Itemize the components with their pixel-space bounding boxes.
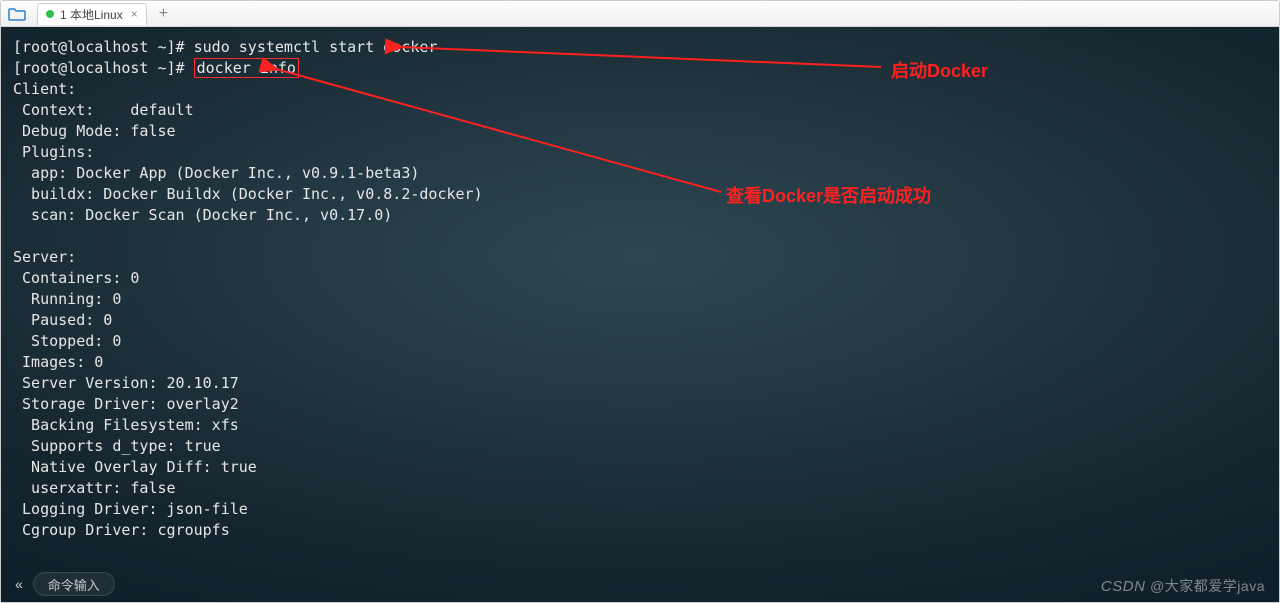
output-line: Logging Driver: json-file [13, 499, 1267, 520]
prompt-line-2: [root@localhost ~]# docker info [13, 58, 1267, 79]
output-line: buildx: Docker Buildx (Docker Inc., v0.8… [13, 184, 1267, 205]
output-line: Plugins: [13, 142, 1267, 163]
status-bar: « 命令输入 [1, 570, 1279, 598]
output-line: scan: Docker Scan (Docker Inc., v0.17.0) [13, 205, 1267, 226]
watermark-site: CSDN [1101, 578, 1146, 595]
terminal-output[interactable]: [root@localhost ~]# sudo systemctl start… [1, 27, 1279, 602]
output-line: app: Docker App (Docker Inc., v0.9.1-bet… [13, 163, 1267, 184]
output-line: Stopped: 0 [13, 331, 1267, 352]
output-line: Native Overlay Diff: true [13, 457, 1267, 478]
output-line [13, 226, 1267, 247]
annotation-start-docker: 启动Docker [891, 57, 988, 83]
tab-close-button[interactable]: × [131, 7, 138, 21]
output-line: Containers: 0 [13, 268, 1267, 289]
annotation-check-docker: 查看Docker是否启动成功 [726, 182, 931, 208]
folder-icon[interactable] [7, 6, 27, 22]
output-line: Paused: 0 [13, 310, 1267, 331]
output-line: Images: 0 [13, 352, 1267, 373]
command-input-capsule[interactable]: 命令输入 [33, 572, 115, 596]
output-line: Server Version: 20.10.17 [13, 373, 1267, 394]
terminal-area[interactable]: [root@localhost ~]# sudo systemctl start… [1, 27, 1279, 602]
output-line: Client: [13, 79, 1267, 100]
watermark: CSDN @大家都爱学java [1101, 576, 1265, 596]
output-line: userxattr: false [13, 478, 1267, 499]
tab-local-linux[interactable]: 1 本地Linux × [37, 3, 147, 25]
output-line: Debug Mode: false [13, 121, 1267, 142]
output-line: Running: 0 [13, 289, 1267, 310]
command-input-hint: 命令输入 [48, 575, 100, 594]
status-dot-icon [46, 10, 54, 18]
watermark-author: @大家都爱学java [1150, 578, 1265, 594]
highlighted-command: docker info [194, 58, 299, 78]
tab-bar: 1 本地Linux × + [1, 1, 1279, 27]
prompt-line-1: [root@localhost ~]# sudo systemctl start… [13, 37, 1267, 58]
output-line: Server: [13, 247, 1267, 268]
output-line: Supports d_type: true [13, 436, 1267, 457]
chevron-left-icon[interactable]: « [15, 576, 23, 592]
output-line: Cgroup Driver: cgroupfs [13, 520, 1267, 541]
output-line: Storage Driver: overlay2 [13, 394, 1267, 415]
add-tab-button[interactable]: + [155, 5, 172, 23]
app-window: 1 本地Linux × + [root@localhost ~]# sudo s… [0, 0, 1280, 603]
tab-label: 1 本地Linux [60, 6, 123, 23]
output-line: Context: default [13, 100, 1267, 121]
output-line: Backing Filesystem: xfs [13, 415, 1267, 436]
